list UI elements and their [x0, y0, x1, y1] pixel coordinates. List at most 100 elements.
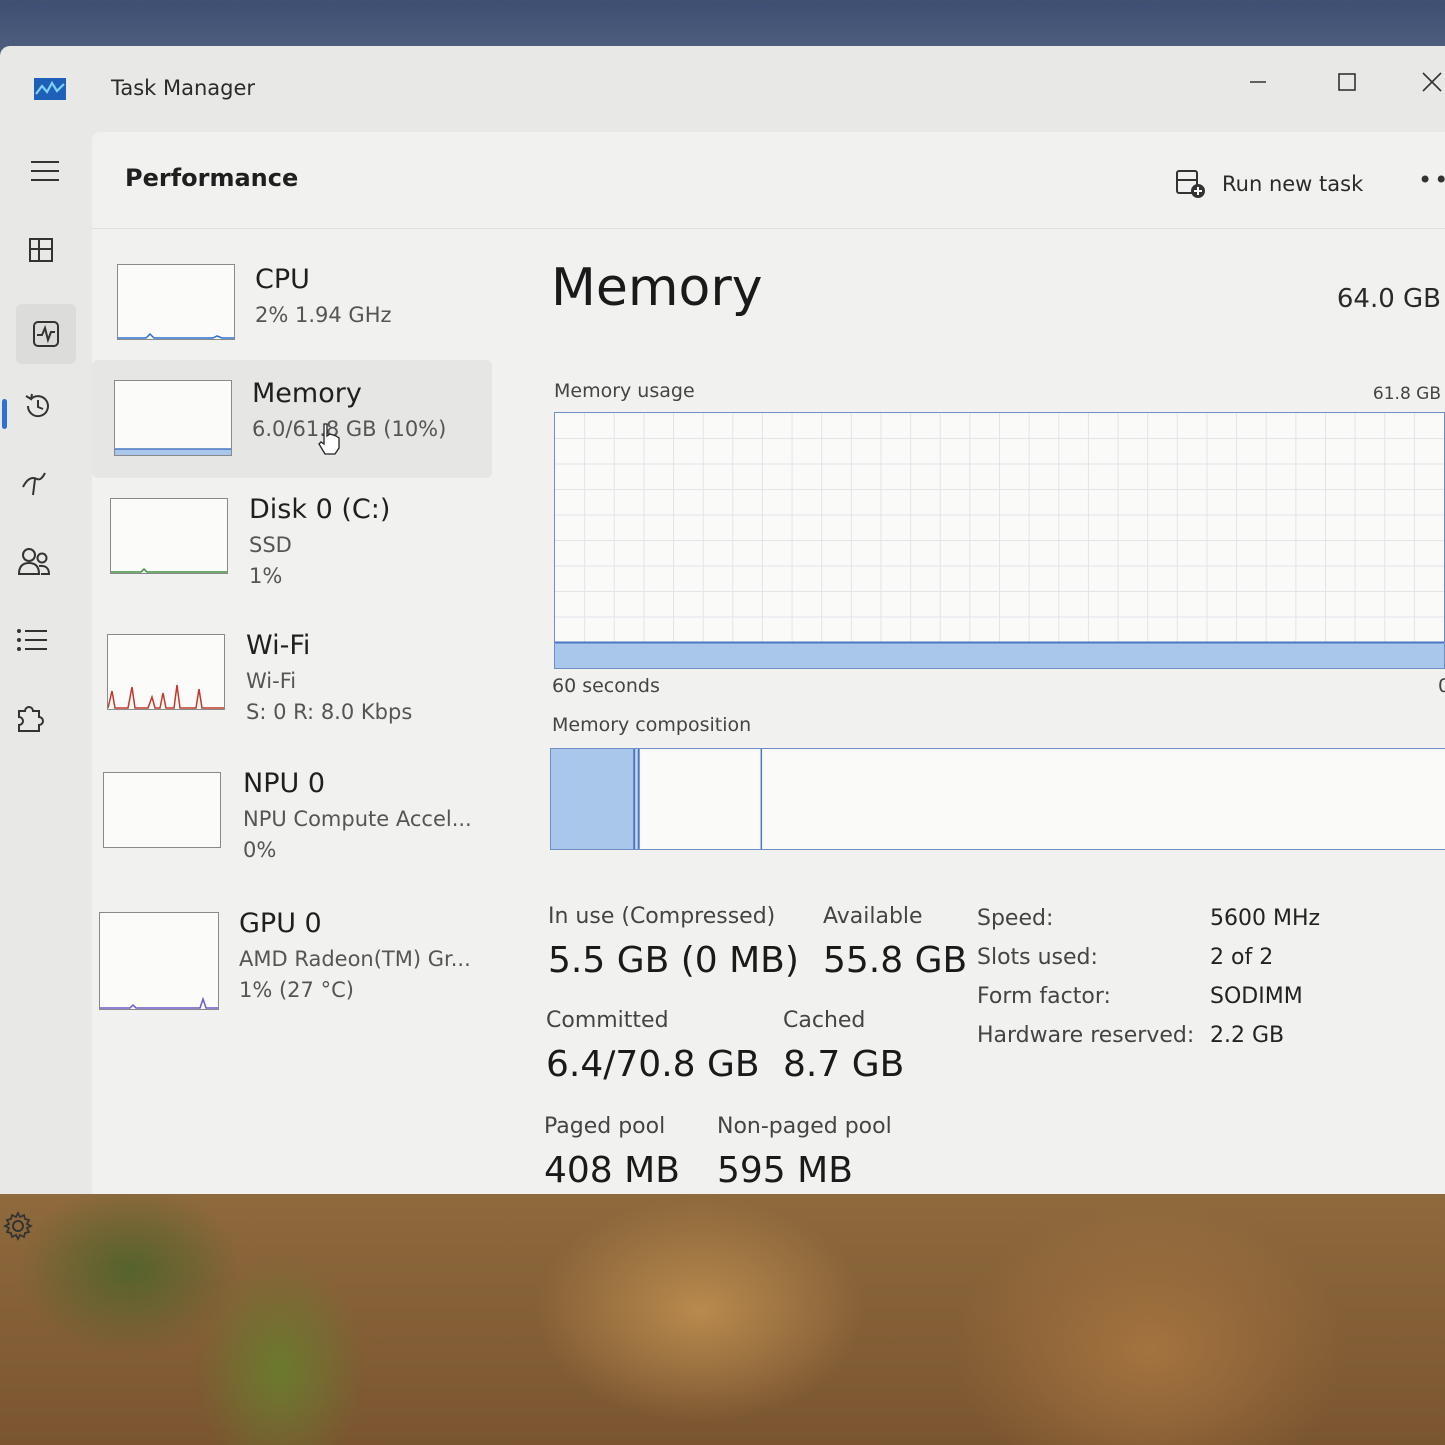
nav-menu-button[interactable]: [21, 147, 69, 195]
device-detail-2: S: 0 R: 8.0 Kbps: [246, 700, 413, 724]
time-end-label: 0: [1438, 675, 1445, 697]
nav-performance[interactable]: [16, 304, 76, 364]
device-detail: Wi-Fi: [246, 669, 297, 693]
more-options-button[interactable]: ••: [1418, 166, 1445, 194]
in-use-label: In use (Compressed): [548, 904, 776, 929]
device-name: CPU: [255, 264, 310, 295]
nav-active-indicator: [2, 399, 7, 429]
gear-icon: [2, 1210, 34, 1242]
hardware-reserved-value: 2.2 GB: [1210, 1023, 1285, 1048]
memory-usage-area: [555, 642, 1444, 668]
cpu-thumbnail-graph: [117, 264, 235, 340]
device-name: NPU 0: [243, 768, 326, 799]
mouse-cursor-hand-icon: [318, 423, 340, 455]
title-bar: Task Manager: [0, 46, 1445, 132]
nav-startup-apps[interactable]: [12, 460, 60, 508]
gpu-mini-chart: [100, 996, 218, 1009]
device-memory[interactable]: Memory 6.0/61.8 GB (10%): [92, 360, 492, 478]
device-name: Wi-Fi: [246, 630, 311, 661]
maximize-button[interactable]: [1325, 62, 1369, 102]
device-disk-0[interactable]: Disk 0 (C:) SSD 1%: [92, 478, 492, 596]
memory-thumbnail-graph: [114, 380, 232, 456]
run-new-task-label: Run new task: [1222, 172, 1364, 196]
disk-thumbnail-graph: [110, 498, 228, 574]
device-name: GPU 0: [239, 908, 322, 939]
memory-usage-max: 61.8 GB: [1372, 384, 1441, 404]
nav-details[interactable]: [8, 616, 56, 664]
history-icon: [25, 393, 49, 418]
processes-icon: [29, 238, 53, 262]
device-detail-2: 0%: [243, 838, 277, 862]
speed-value: 5600 MHz: [1210, 906, 1321, 931]
memory-usage-label: Memory usage: [554, 380, 695, 402]
wifi-thumbnail-graph: [107, 634, 225, 710]
desktop-wallpaper: [0, 1190, 1445, 1445]
navigation-rail: [0, 132, 92, 1242]
memory-total: 64.0 GB: [1336, 284, 1441, 314]
form-factor-value: SODIMM: [1210, 984, 1303, 1009]
slots-value: 2 of 2: [1210, 945, 1274, 970]
device-detail-2: 1%: [249, 564, 283, 588]
memory-usage-chart: [555, 413, 1444, 668]
paged-pool-value: 408 MB: [544, 1150, 680, 1191]
form-factor-label: Form factor:: [977, 984, 1111, 1009]
cached-value: 8.7 GB: [783, 1044, 905, 1085]
performance-icon: [33, 321, 59, 347]
minimize-button[interactable]: [1236, 62, 1280, 102]
main-content: Performance Run new task ••: [92, 132, 1445, 1194]
run-new-task-icon: [1176, 170, 1205, 198]
memory-composition-label: Memory composition: [552, 714, 752, 736]
more-dots-icon: ••: [1418, 166, 1445, 194]
settings-button[interactable]: [2, 1210, 34, 1246]
close-icon: [1422, 72, 1442, 92]
wifi-mini-chart: [107, 684, 224, 709]
slots-label: Slots used:: [977, 945, 1098, 970]
committed-value: 6.4/70.8 GB: [546, 1044, 760, 1085]
memory-detail-panel: Memory 64.0 GB Memory usage 61.8 GB 60 s…: [542, 228, 1445, 1194]
available-label: Available: [823, 904, 923, 929]
task-manager-window: Task Manager Performance Run new task • …: [0, 46, 1445, 1242]
npu-thumbnail-graph: [103, 772, 221, 848]
memory-heading: Memory: [551, 258, 763, 318]
cached-label: Cached: [783, 1008, 866, 1033]
nav-processes[interactable]: [17, 226, 65, 274]
composition-in-use: [551, 749, 635, 849]
device-detail: 2% 1.94 GHz: [255, 303, 392, 327]
nonpaged-pool-label: Non-paged pool: [717, 1114, 892, 1139]
hamburger-icon: [31, 161, 59, 181]
device-detail: SSD: [249, 533, 292, 557]
close-button[interactable]: [1410, 62, 1445, 102]
device-wifi[interactable]: Wi-Fi Wi-Fi S: 0 R: 8.0 Kbps: [92, 614, 492, 732]
minimize-icon: [1250, 81, 1266, 83]
nav-services[interactable]: [6, 694, 54, 742]
cpu-mini-chart: [118, 332, 234, 339]
hardware-reserved-label: Hardware reserved:: [977, 1023, 1195, 1048]
device-detail: NPU Compute Accel...: [243, 807, 472, 831]
paged-pool-label: Paged pool: [544, 1114, 666, 1139]
maximize-icon: [1338, 73, 1356, 91]
window-title: Task Manager: [111, 76, 256, 100]
device-detail: AMD Radeon(TM) Gr...: [239, 947, 471, 971]
committed-label: Committed: [546, 1008, 669, 1033]
device-name: Memory: [252, 378, 362, 409]
nav-users[interactable]: [10, 538, 58, 586]
device-npu-0[interactable]: NPU 0 NPU Compute Accel... 0%: [92, 752, 492, 870]
available-value: 55.8 GB: [823, 940, 968, 981]
task-manager-app-icon: [34, 78, 66, 100]
nav-app-history[interactable]: [14, 382, 62, 430]
in-use-value: 5.5 GB (0 MB): [548, 940, 799, 981]
users-icon: [17, 548, 51, 575]
disk-mini-chart: [111, 567, 227, 573]
device-detail: 6.0/61.8 GB (10%): [252, 417, 447, 441]
time-span-label: 60 seconds: [552, 675, 660, 697]
memory-usage-graph: [554, 412, 1445, 669]
services-puzzle-icon: [18, 706, 44, 732]
memory-mini-chart: [115, 448, 231, 455]
nonpaged-pool-value: 595 MB: [717, 1150, 853, 1191]
device-name: Disk 0 (C:): [249, 494, 391, 525]
memory-composition-chart: [551, 749, 763, 849]
speed-label: Speed:: [977, 906, 1054, 931]
run-new-task-button[interactable]: Run new task: [1174, 166, 1363, 202]
device-gpu-0[interactable]: GPU 0 AMD Radeon(TM) Gr... 1% (27 °C): [92, 890, 492, 1010]
device-cpu[interactable]: CPU 2% 1.94 GHz: [92, 242, 492, 360]
